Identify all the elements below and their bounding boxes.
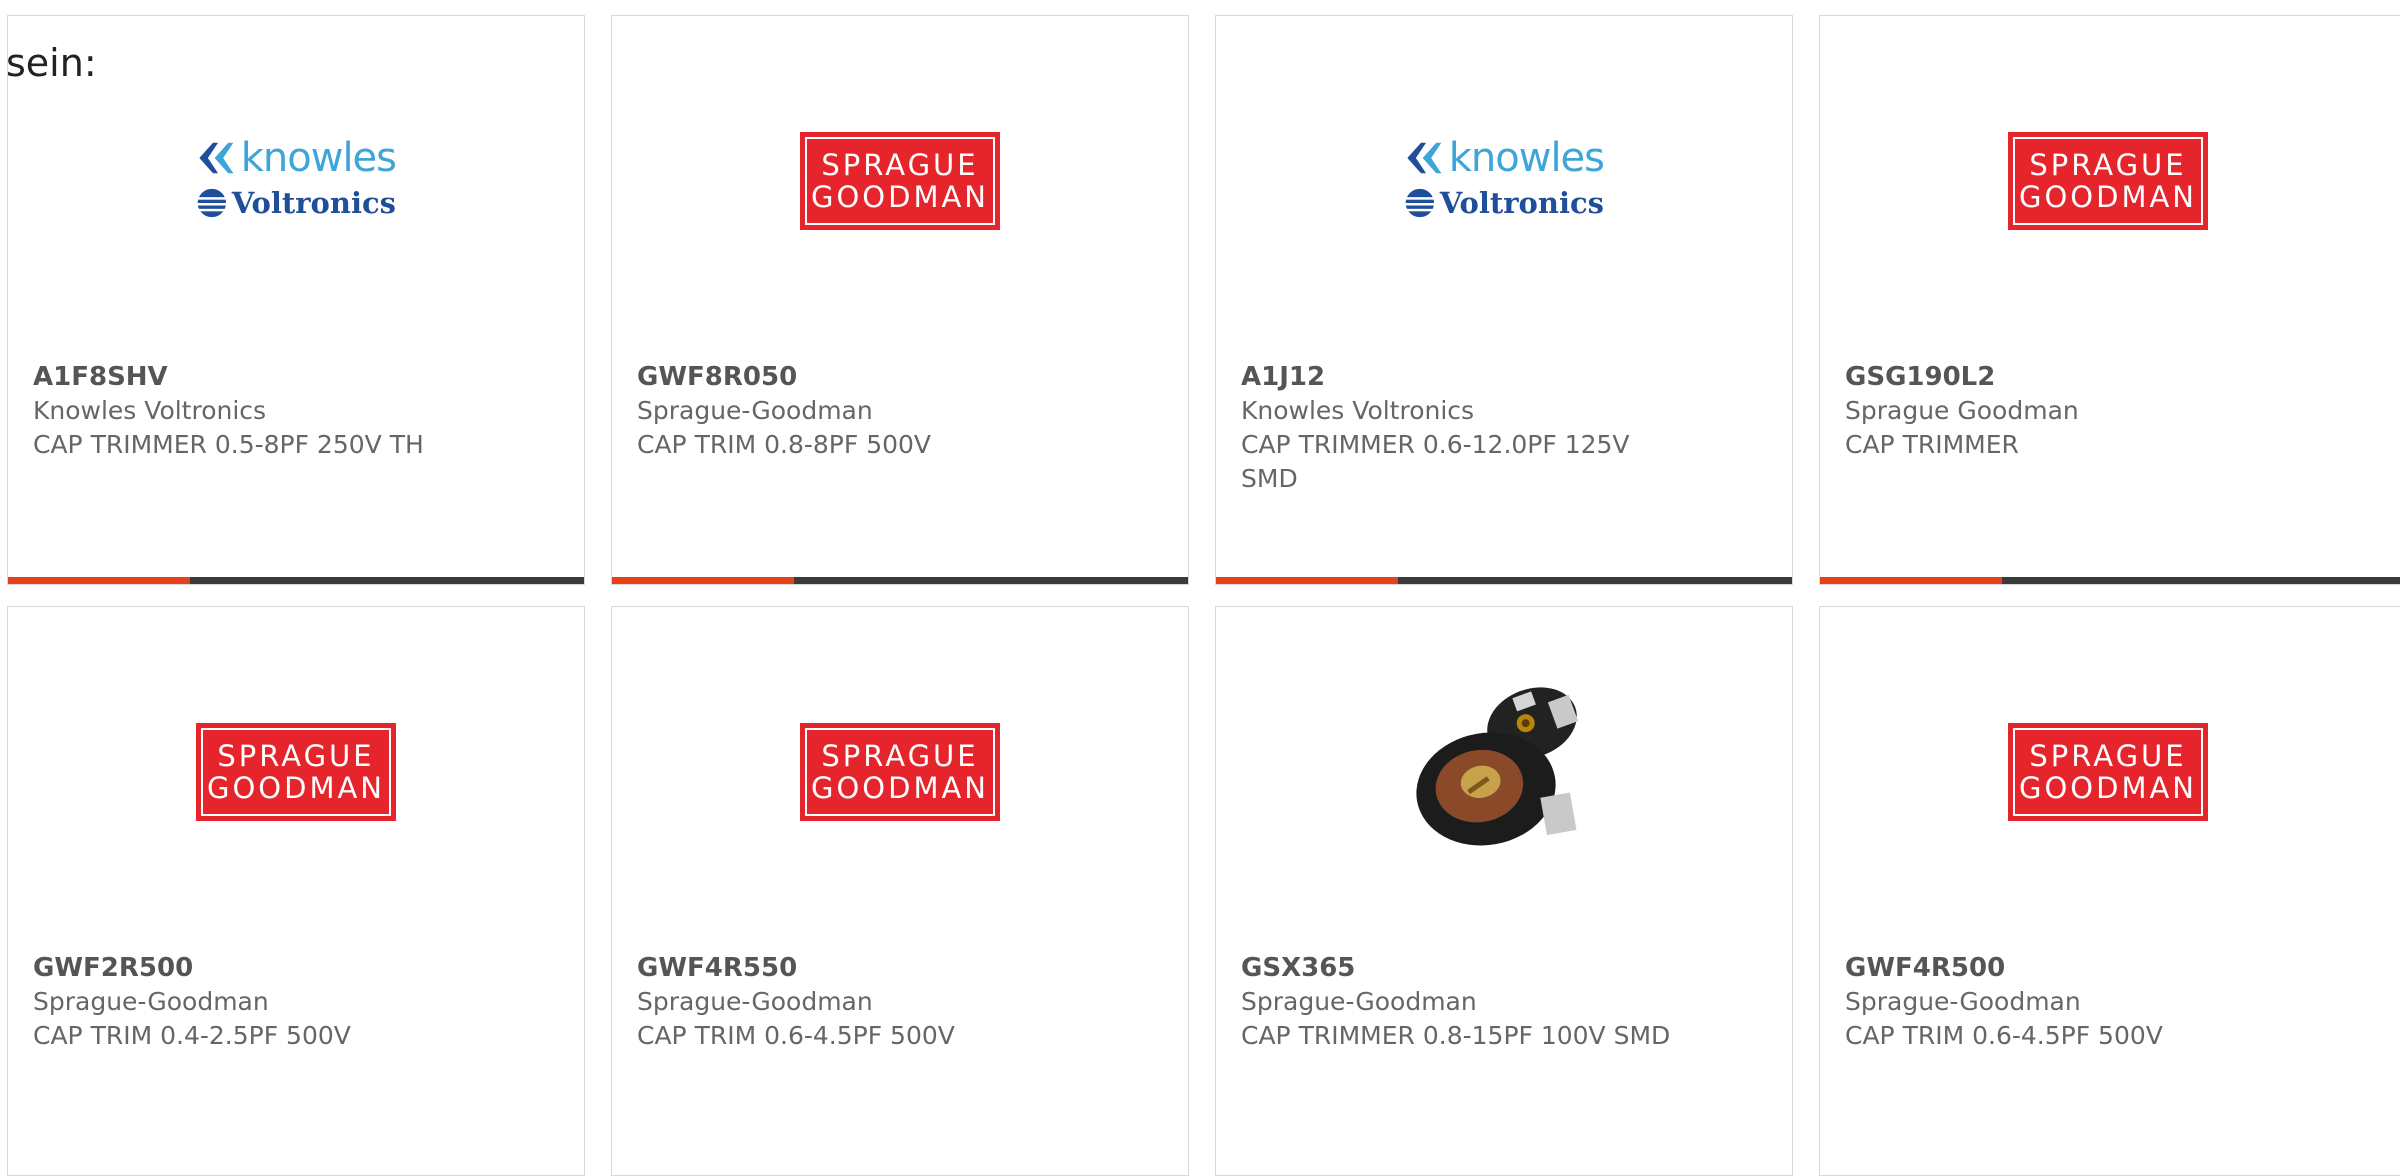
part-number[interactable]: GWF4R500 — [1845, 951, 2365, 985]
part-number[interactable]: A1F8SHV — [33, 360, 553, 394]
description: CAP TRIMMER — [1845, 430, 2019, 459]
part-number[interactable]: GWF2R500 — [33, 951, 553, 985]
product-card[interactable]: knowles Voltronics A1F8SHV Knowles Voltr… — [7, 15, 585, 585]
description: CAP TRIMMER 0.6-12.0PF 125V SMD — [1241, 430, 1630, 493]
knowles-chevron-icon — [199, 142, 234, 174]
manufacturer: Sprague-Goodman — [1241, 987, 1477, 1016]
product-card[interactable]: SPRAGUE GOODMAN GWF8R050 Sprague-Goodman… — [611, 15, 1189, 585]
description: CAP TRIM 0.8-8PF 500V — [637, 430, 932, 459]
description: CAP TRIMMER 0.8-15PF 100V SMD — [1241, 1021, 1671, 1050]
sprague-goodman-logo: SPRAGUE GOODMAN — [2008, 723, 2208, 821]
knowles-chevron-icon — [1407, 142, 1442, 174]
part-number[interactable]: GWF4R550 — [637, 951, 1157, 985]
part-number[interactable]: GSX365 — [1241, 951, 1671, 985]
product-card[interactable]: SPRAGUE GOODMAN GWF4R500 Sprague-Goodman… — [1819, 606, 2400, 1176]
card-bar — [612, 577, 1188, 584]
product-card[interactable]: GSX365 Sprague-Goodman CAP TRIMMER 0.8-1… — [1215, 606, 1793, 1176]
card-bar — [1820, 577, 2400, 584]
card-bar — [1216, 577, 1792, 584]
card-bar — [8, 577, 584, 584]
part-number[interactable]: GWF8R050 — [637, 360, 1157, 394]
sprague-goodman-logo: SPRAGUE GOODMAN — [2008, 132, 2208, 230]
part-number[interactable]: A1J12 — [1241, 360, 1671, 394]
page-heading: sein: — [6, 41, 97, 85]
description: CAP TRIMMER 0.5-8PF 250V TH — [33, 430, 424, 459]
description: CAP TRIM 0.6-4.5PF 500V — [1845, 1021, 2163, 1050]
card-bar-accent — [1820, 577, 2002, 584]
manufacturer: Sprague Goodman — [1845, 396, 2079, 425]
card-bar-accent — [1216, 577, 1398, 584]
sprague-goodman-logo: SPRAGUE GOODMAN — [196, 723, 396, 821]
part-number[interactable]: GSG190L2 — [1845, 360, 2365, 394]
sprague-goodman-logo: SPRAGUE GOODMAN — [800, 132, 1000, 230]
manufacturer: Sprague-Goodman — [1845, 987, 2081, 1016]
manufacturer: Knowles Voltronics — [33, 396, 267, 425]
trimmer-capacitor-photo — [1404, 667, 1604, 867]
description: CAP TRIM 0.4-2.5PF 500V — [33, 1021, 351, 1050]
knowles-voltronics-logo: knowles Voltronics — [1216, 116, 1792, 246]
manufacturer: Sprague-Goodman — [637, 987, 873, 1016]
product-card[interactable]: SPRAGUE GOODMAN GWF2R500 Sprague-Goodman… — [7, 606, 585, 1176]
manufacturer: Sprague-Goodman — [637, 396, 873, 425]
card-bar-accent — [612, 577, 794, 584]
manufacturer: Sprague-Goodman — [33, 987, 269, 1016]
card-bar-accent — [8, 577, 190, 584]
voltronics-globe-icon — [1405, 188, 1435, 218]
description: CAP TRIM 0.6-4.5PF 500V — [637, 1021, 955, 1050]
sprague-goodman-logo: SPRAGUE GOODMAN — [800, 723, 1000, 821]
product-card[interactable]: knowles Voltronics A1J12 Knowles Voltron… — [1215, 15, 1793, 585]
product-card[interactable]: SPRAGUE GOODMAN GWF4R550 Sprague-Goodman… — [611, 606, 1189, 1176]
manufacturer: Knowles Voltronics — [1241, 396, 1475, 425]
knowles-voltronics-logo: knowles Voltronics — [8, 116, 584, 246]
voltronics-globe-icon — [197, 188, 227, 218]
product-card[interactable]: SPRAGUE GOODMAN GSG190L2 Sprague Goodman… — [1819, 15, 2400, 585]
